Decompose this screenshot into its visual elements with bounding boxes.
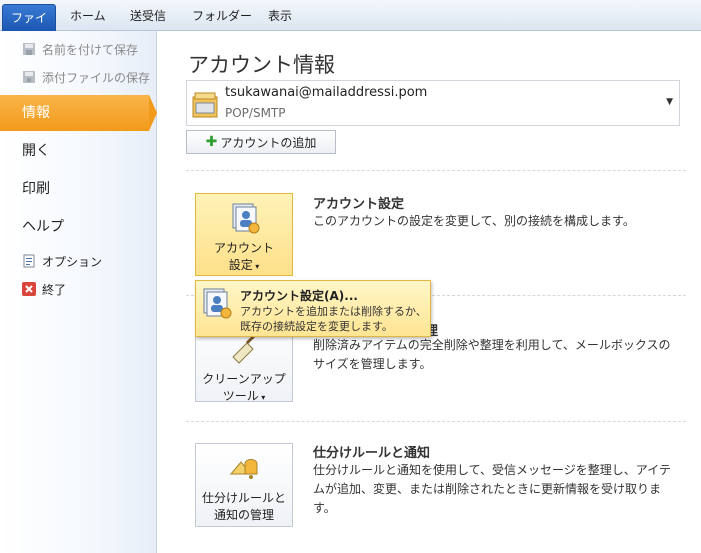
account-settings-button[interactable]: アカウント 設定 ▾ [195,193,293,276]
sidebar-item-open-label: 開く [22,143,50,159]
backstage-main: アカウント情報 tsukawanai@mailaddressi.pom POP/… [158,31,701,553]
sidebar-item-info-label: 情報 [22,105,50,121]
save-attachments-icon [23,71,35,83]
save-attachments-item[interactable]: 添付ファイルの保存 [22,67,150,87]
exit-label: 終了 [42,282,67,297]
cleanup-button-label2: ツール [222,389,259,403]
rules-button-label1: 仕分けルールと [201,491,286,505]
account-settings-icon [232,203,260,234]
account-settings-icon [203,288,232,319]
active-indicator [149,95,157,131]
menu-item-desc-line1: アカウントを追加または削除するか、 [240,305,427,318]
page-title: アカウント情報 [188,53,335,77]
divider [186,421,686,422]
tab-view[interactable]: 表示 [264,6,296,26]
account-selector[interactable]: tsukawanai@mailaddressi.pom POP/SMTP ▼ [186,80,680,126]
tab-folder[interactable]: フォルダー [188,6,256,26]
account-settings-button-label1: アカウント [213,241,274,255]
chevron-down-icon: ▾ [252,262,260,271]
add-account-label: アカウントの追加 [220,135,317,150]
add-account-button[interactable]: ✚ アカウントの追加 [186,130,336,154]
account-settings-button-label2: 設定 [228,258,253,272]
rules-alerts-icon [229,459,258,479]
menu-item-title: アカウント設定(A)... [240,289,358,303]
chevron-down-icon: ▾ [258,393,266,402]
save-attachments-label: 添付ファイルの保存 [42,70,151,85]
save-as-label: 名前を付けて保存 [42,42,139,57]
save-as-icon [23,43,35,55]
divider [186,170,686,171]
sidebar-item-help[interactable]: ヘルプ [0,209,157,245]
account-settings-desc: このアカウントの設定を変更して、別の接続を構成します。 [313,214,635,228]
menu-item-desc: アカウントを追加または削除するか、 既存の接続設定を変更します。 [240,304,430,334]
account-settings-title: アカウント設定 [313,197,405,212]
options-icon [23,254,35,268]
options-label: オプション [42,254,103,269]
ribbon-tab-bar: ファイル ホーム 送受信 フォルダー 表示 [0,0,701,52]
chevron-down-icon[interactable]: ▼ [666,97,673,107]
tab-home[interactable]: ホーム [66,6,110,26]
backstage-sidebar: 名前を付けて保存 添付ファイルの保存 情報 開く 印刷 ヘルプ オプション 終了 [0,31,157,553]
sidebar-item-help-label: ヘルプ [22,219,64,235]
account-type: POP/SMTP [225,106,286,120]
mailbox-icon [192,92,218,118]
plus-icon: ✚ [205,134,218,150]
exit-item[interactable]: 終了 [22,279,66,299]
account-settings-menu-item[interactable]: アカウント設定(A)... アカウントを追加または削除するか、 既存の接続設定を… [195,280,431,337]
sidebar-item-print[interactable]: 印刷 [0,171,157,207]
cleanup-button-label1: クリーンアップ [202,372,286,386]
manage-rules-button[interactable]: 仕分けルールと 通知の管理 [195,443,293,527]
rules-title: 仕分けルールと通知 [313,446,431,461]
cleanup-desc: 削除済みアイテムの完全削除や整理を利用して、メールボックスのサイズを管理します。 [313,338,671,371]
sidebar-item-info[interactable]: 情報 [0,95,157,131]
tab-send-receive[interactable]: 送受信 [126,6,170,26]
menu-item-desc-line2: 既存の接続設定を変更します。 [240,320,393,333]
sidebar-item-open[interactable]: 開く [0,133,157,169]
close-icon [22,282,36,296]
save-as-item[interactable]: 名前を付けて保存 [22,39,138,59]
sidebar-item-print-label: 印刷 [22,181,50,197]
rules-button-label2: 通知の管理 [213,508,274,522]
broom-icon [232,333,257,364]
account-email: tsukawanai@mailaddressi.pom [225,85,428,100]
tab-file[interactable]: ファイル [2,4,56,52]
rules-desc: 仕分けルールと通知を使用して、受信メッセージを整理し、アイテムが追加、変更、また… [313,463,671,515]
options-item[interactable]: オプション [22,251,102,271]
